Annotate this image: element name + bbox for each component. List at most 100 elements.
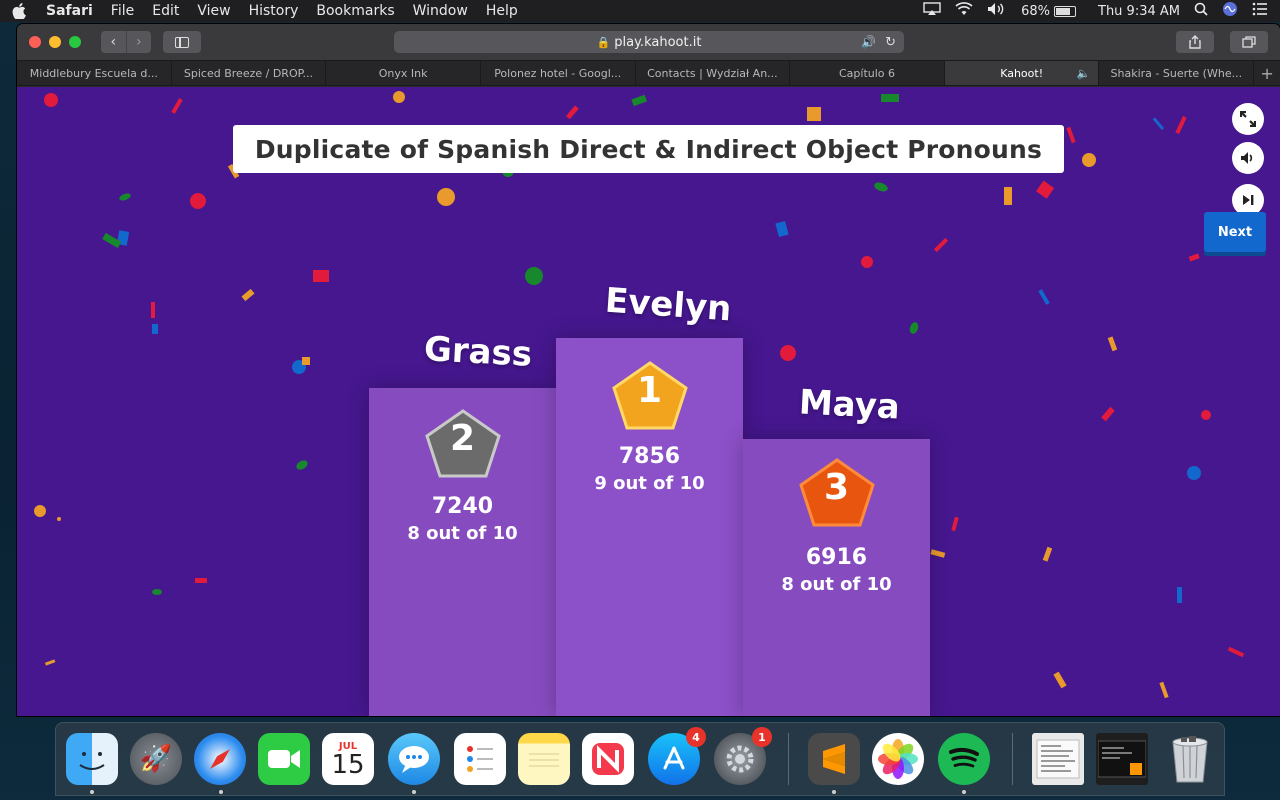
- document-preview-icon[interactable]: [1032, 733, 1084, 785]
- app-store-icon[interactable]: 4: [648, 727, 706, 785]
- messages-icon[interactable]: [388, 733, 440, 785]
- tab-speaker-icon[interactable]: 🔈: [1077, 67, 1091, 80]
- menu-view[interactable]: View: [197, 3, 230, 19]
- tab-label: Shakira - Suerte (Whe...: [1110, 66, 1243, 80]
- system-preferences-badge: 1: [752, 727, 772, 747]
- news-icon[interactable]: [582, 733, 634, 785]
- sound-icon[interactable]: [1232, 142, 1264, 174]
- address-bar[interactable]: 🔒 play.kahoot.it 🔊 ↻: [394, 31, 904, 53]
- reminders-icon[interactable]: [454, 733, 506, 785]
- finder-icon[interactable]: [66, 733, 118, 785]
- trash-icon[interactable]: [1164, 733, 1216, 785]
- kahoot-podium-page: Duplicate of Spanish Direct & Indirect O…: [17, 87, 1280, 716]
- tab-shakira[interactable]: Shakira - Suerte (Whe...: [1099, 61, 1255, 85]
- close-window-button[interactable]: [29, 36, 41, 48]
- browser-toolbar: ‹ › 🔒 play.kahoot.it 🔊 ↻: [17, 24, 1280, 60]
- third-place-name: Maya: [798, 382, 901, 428]
- third-place-correct: 8 out of 10: [781, 574, 892, 595]
- siri-icon[interactable]: [1222, 1, 1238, 21]
- second-place-rank: 2: [449, 418, 476, 459]
- history-nav: ‹ ›: [101, 31, 151, 53]
- tab-onyx-ink[interactable]: Onyx Ink: [326, 61, 481, 85]
- safari-icon[interactable]: [194, 733, 246, 785]
- dock-running-dot: [412, 790, 416, 794]
- fullscreen-window-button[interactable]: [69, 36, 81, 48]
- dock-separator: [788, 733, 789, 785]
- tab-contacts[interactable]: Contacts | Wydział An...: [636, 61, 791, 85]
- tab-bar: Middlebury Escuela d... Spiced Breeze / …: [17, 60, 1280, 86]
- menu-bar: Safari File Edit View History Bookmarks …: [0, 0, 1280, 22]
- apple-menu-icon[interactable]: [12, 3, 46, 19]
- sublime-text-icon[interactable]: [808, 733, 860, 785]
- menu-app-name[interactable]: Safari: [46, 3, 93, 19]
- tab-label: Polonez hotel - Googl...: [494, 66, 622, 80]
- battery-indicator[interactable]: 68%: [1021, 4, 1076, 19]
- toolbar-right: [1176, 31, 1268, 53]
- first-place-name: Evelyn: [603, 280, 733, 330]
- tab-label: Onyx Ink: [378, 66, 428, 80]
- new-tab-button[interactable]: +: [1254, 61, 1280, 85]
- spotlight-search-icon[interactable]: [1194, 2, 1208, 20]
- tab-label: Kahoot!: [1000, 66, 1044, 80]
- bronze-medal-icon: 3: [798, 457, 876, 529]
- fullscreen-icon[interactable]: [1232, 103, 1264, 135]
- tab-capitulo-6[interactable]: Capítulo 6: [790, 61, 945, 85]
- menu-file[interactable]: File: [111, 3, 134, 19]
- sidebar-toggle-button[interactable]: [163, 31, 201, 53]
- menu-edit[interactable]: Edit: [152, 3, 179, 19]
- first-place-score: 7856: [618, 444, 681, 469]
- share-button[interactable]: [1176, 31, 1214, 53]
- tab-audio-icon[interactable]: 🔊: [861, 35, 876, 49]
- clock[interactable]: Thu 9:34 AM: [1098, 4, 1180, 19]
- second-place-podium: 2 7240 8 out of 10: [369, 388, 556, 716]
- calendar-icon[interactable]: JUL 15: [322, 733, 374, 785]
- gold-medal-icon: 1: [611, 360, 689, 432]
- launchpad-icon[interactable]: 🚀: [130, 733, 182, 785]
- terminal-icon[interactable]: [1096, 733, 1148, 785]
- tab-overview-button[interactable]: [1230, 31, 1268, 53]
- minimize-window-button[interactable]: [49, 36, 61, 48]
- facetime-icon[interactable]: [258, 733, 310, 785]
- silver-medal-icon: 2: [424, 408, 502, 480]
- tab-label: Contacts | Wydział An...: [647, 66, 778, 80]
- spotify-icon[interactable]: [938, 733, 990, 785]
- photos-icon[interactable]: [872, 733, 924, 785]
- third-place-rank: 3: [823, 467, 850, 508]
- notification-center-icon[interactable]: [1252, 2, 1268, 20]
- tab-spiced-breeze[interactable]: Spiced Breeze / DROP...: [172, 61, 327, 85]
- second-place-score: 7240: [431, 494, 494, 519]
- next-button[interactable]: Next: [1204, 212, 1266, 252]
- volume-icon[interactable]: [987, 2, 1007, 20]
- quiz-title: Duplicate of Spanish Direct & Indirect O…: [233, 125, 1064, 173]
- third-place-podium: 3 6916 8 out of 10: [743, 439, 930, 716]
- url-text: play.kahoot.it: [614, 34, 702, 50]
- first-place-rank: 1: [636, 370, 663, 411]
- second-place-correct: 8 out of 10: [407, 523, 518, 544]
- menu-history[interactable]: History: [249, 3, 299, 19]
- menu-bookmarks[interactable]: Bookmarks: [316, 3, 394, 19]
- tab-kahoot[interactable]: Kahoot! 🔈: [944, 61, 1100, 85]
- airplay-icon[interactable]: [923, 2, 941, 20]
- battery-icon: [1054, 5, 1076, 17]
- tab-polonez-hotel[interactable]: Polonez hotel - Googl...: [481, 61, 636, 85]
- dock-running-dot: [832, 790, 836, 794]
- back-button[interactable]: ‹: [101, 31, 126, 53]
- wifi-icon[interactable]: [955, 2, 973, 20]
- dock-running-dot: [962, 790, 966, 794]
- reload-icon[interactable]: ↻: [885, 35, 896, 50]
- tab-label: Capítulo 6: [839, 66, 896, 80]
- menu-help[interactable]: Help: [486, 3, 518, 19]
- dock-separator: [1012, 733, 1013, 785]
- third-place-score: 6916: [805, 545, 868, 570]
- forward-button[interactable]: ›: [125, 31, 152, 53]
- system-preferences-icon[interactable]: 1: [714, 727, 772, 785]
- dock-running-dot: [90, 790, 94, 794]
- dock-running-dot: [219, 790, 223, 794]
- sidebar-icon: [175, 36, 189, 48]
- tab-label: Spiced Breeze / DROP...: [183, 66, 314, 80]
- menu-window[interactable]: Window: [413, 3, 468, 19]
- tab-middlebury[interactable]: Middlebury Escuela d...: [17, 61, 172, 85]
- first-place-podium: 1 7856 9 out of 10: [556, 338, 743, 716]
- lock-icon: 🔒: [596, 35, 611, 49]
- notes-icon[interactable]: [518, 733, 570, 785]
